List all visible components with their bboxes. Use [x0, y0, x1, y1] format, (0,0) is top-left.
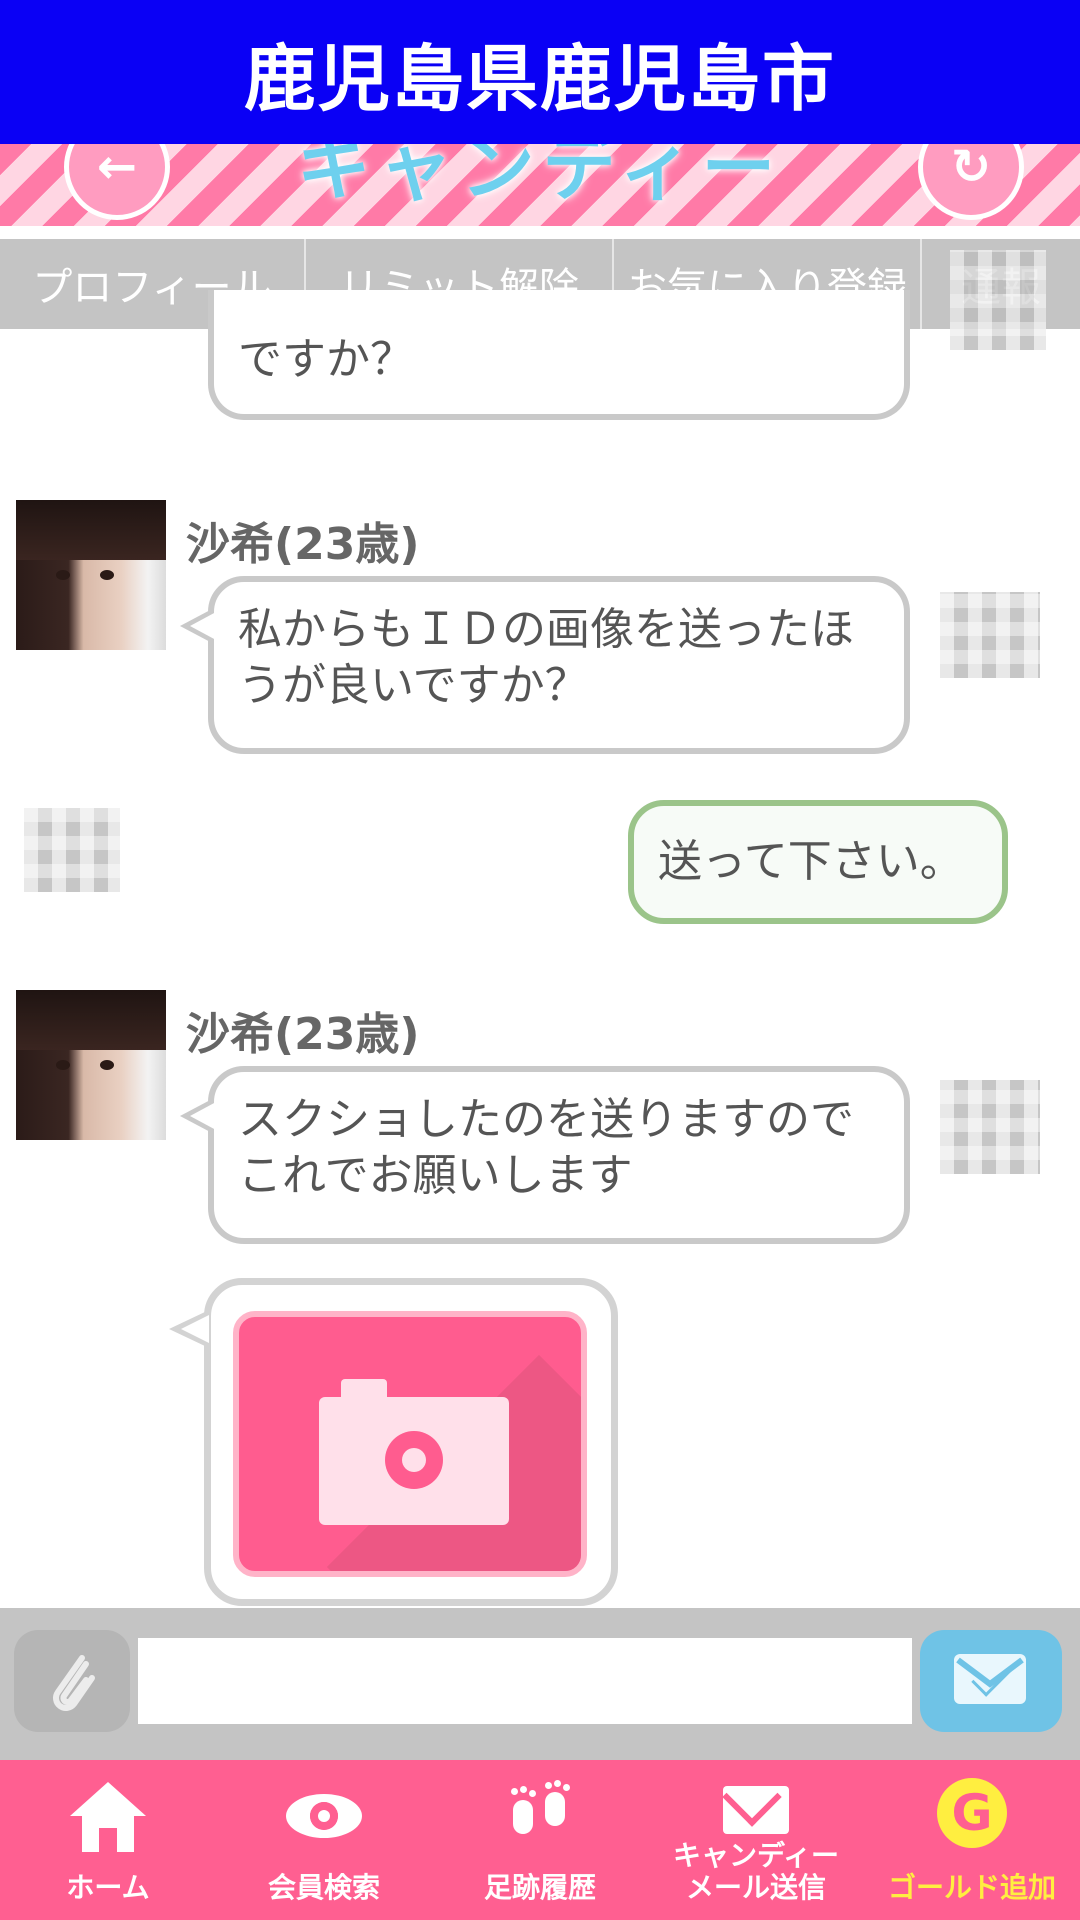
camera-icon-top — [341, 1379, 387, 1399]
eye-icon — [286, 1794, 362, 1838]
mail-icon — [723, 1786, 789, 1834]
message-composer — [0, 1608, 1080, 1760]
page-title: 鹿児島県鹿児島市 — [243, 36, 836, 121]
image-attachment[interactable] — [233, 1311, 587, 1577]
send-mail-icon — [954, 1654, 1026, 1704]
nav-label-line: メール送信 — [685, 1871, 826, 1904]
camera-lens-icon — [385, 1431, 443, 1489]
sender-name: 沙希(23歳) — [186, 519, 420, 570]
title-bar: 鹿児島県鹿児島市 — [0, 0, 1080, 144]
nav-home[interactable]: ホーム — [0, 1760, 216, 1920]
timestamp-blurred — [950, 250, 1046, 350]
timestamp-blurred — [940, 592, 1040, 678]
footprints-icon — [505, 1780, 575, 1852]
send-button[interactable] — [920, 1630, 1062, 1732]
nav-label-line: キャンディー — [672, 1839, 840, 1872]
message-bubble: ですか？ — [208, 290, 910, 420]
avatar[interactable] — [16, 990, 166, 1140]
message-text-line: うが良いですか？ — [238, 660, 589, 711]
message-text: ですか？ — [238, 334, 414, 385]
image-message-bubble[interactable] — [169, 1278, 618, 1606]
nav-member-search[interactable]: 会員検索 — [216, 1760, 432, 1920]
message-text: 送って下さい。 — [658, 836, 964, 887]
nav-label: ゴールド追加 — [887, 1871, 1056, 1904]
app-header: ← キャンディー ↻ — [0, 144, 1080, 226]
message-bubble: スクショしたのを送りますので これでお願いします — [180, 1066, 910, 1244]
paperclip-icon[interactable] — [14, 1630, 130, 1732]
message-input[interactable] — [138, 1638, 912, 1724]
app-logo: キャンディー — [296, 144, 784, 211]
message-bubble: 私からもＩＤの画像を送ったほ うが良いですか？ — [180, 576, 910, 754]
nav-label: ホーム — [66, 1871, 150, 1904]
nav-footprints[interactable]: 足跡履歴 — [432, 1760, 648, 1920]
nav-label: キャンディー メール送信 — [673, 1840, 839, 1904]
message-text-line: スクショしたのを送りますので — [238, 1094, 854, 1145]
nav-label: 会員検索 — [267, 1871, 380, 1904]
message-text-line: 私からもＩＤの画像を送ったほ — [238, 604, 854, 655]
home-icon — [70, 1782, 146, 1852]
avatar[interactable] — [16, 500, 166, 650]
timestamp-blurred — [940, 1080, 1040, 1174]
my-message-bubble: 送って下さい。 — [628, 800, 1008, 924]
nav-label: 足跡履歴 — [483, 1871, 596, 1904]
sender-name: 沙希(23歳) — [186, 1009, 420, 1060]
g-coin-icon: G — [937, 1778, 1007, 1848]
bottom-nav: ホーム 会員検索 足跡履歴 キャンディー メール送信 G ゴールド追加 — [0, 1760, 1080, 1920]
timestamp-blurred — [24, 808, 120, 892]
nav-candy-mail[interactable]: キャンディー メール送信 — [648, 1760, 864, 1920]
message-text-line: これでお願いします — [238, 1150, 633, 1201]
nav-gold-add[interactable]: G ゴールド追加 — [864, 1760, 1080, 1920]
